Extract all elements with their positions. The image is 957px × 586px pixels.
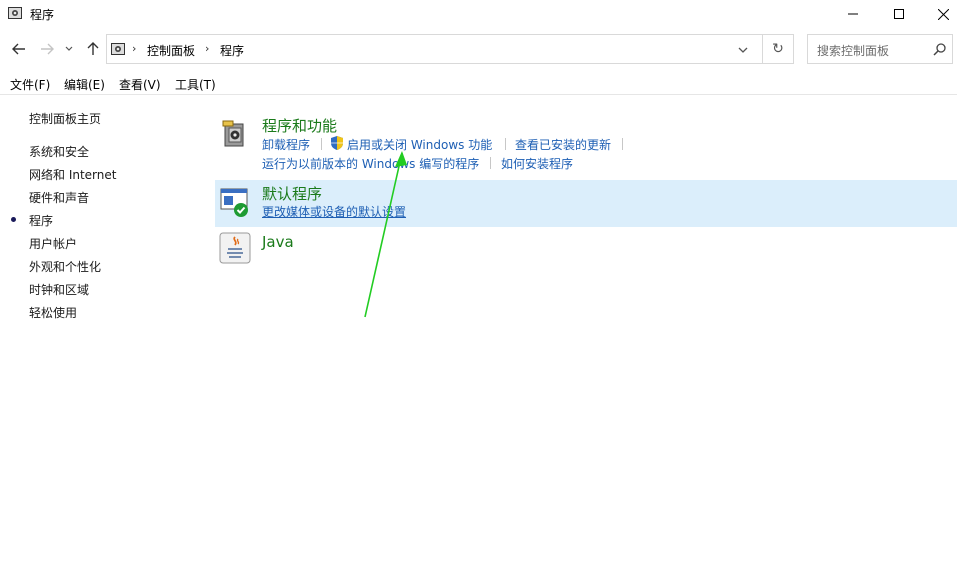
breadcrumb-programs[interactable]: 程序 xyxy=(220,42,244,59)
sidebar-item-network[interactable]: 网络和 Internet xyxy=(29,166,116,183)
up-arrow-icon xyxy=(87,42,99,55)
sidebar-item-programs[interactable]: 程序 xyxy=(29,212,53,229)
breadcrumb-separator-icon: › xyxy=(132,42,137,55)
category-title-programs-features[interactable]: 程序和功能 xyxy=(262,115,337,136)
control-panel-icon xyxy=(111,43,125,55)
link-uninstall-program[interactable]: 卸载程序 xyxy=(262,136,310,153)
category-title-java[interactable]: Java xyxy=(262,233,294,251)
menu-bar: 文件(F) 编辑(E) 查看(V) 工具(T) xyxy=(0,72,957,95)
link-divider xyxy=(490,157,491,169)
link-view-installed-updates[interactable]: 查看已安装的更新 xyxy=(515,136,611,153)
sidebar-item-appearance[interactable]: 外观和个性化 xyxy=(29,258,101,275)
sidebar-item-clock-region[interactable]: 时钟和区域 xyxy=(29,281,89,298)
address-divider xyxy=(762,35,763,63)
forward-button[interactable] xyxy=(38,40,56,58)
up-button[interactable] xyxy=(84,40,102,58)
breadcrumb-control-panel[interactable]: 控制面板 xyxy=(147,42,195,59)
title-bar: 程序 xyxy=(0,0,957,28)
sidebar-item-user-accounts[interactable]: 用户帐户 xyxy=(29,235,77,252)
close-button[interactable] xyxy=(920,0,957,28)
close-icon xyxy=(937,8,949,20)
refresh-icon[interactable]: ↻ xyxy=(769,40,787,58)
minimize-button[interactable] xyxy=(830,0,876,28)
sidebar-home-link[interactable]: 控制面板主页 xyxy=(29,110,101,127)
recent-locations-button[interactable] xyxy=(63,40,75,58)
category-programs-features: 程序和功能 卸载程序 启用或关闭 Windows 功能 查看已安装的更新 运行为… xyxy=(215,112,957,174)
sidebar-item-system-security[interactable]: 系统和安全 xyxy=(29,143,89,160)
maximize-button[interactable] xyxy=(876,0,922,28)
control-panel-icon xyxy=(8,7,22,19)
sidebar-item-hardware-sound[interactable]: 硬件和声音 xyxy=(29,189,89,206)
annotation-arrow-icon xyxy=(364,151,407,318)
menu-file[interactable]: 文件(F) xyxy=(10,76,50,93)
search-placeholder: 搜索控制面板 xyxy=(817,44,890,58)
breadcrumb-separator-icon: › xyxy=(205,42,210,55)
address-bar[interactable]: › 控制面板 › 程序 ↻ xyxy=(106,34,794,64)
forward-arrow-icon xyxy=(41,43,54,55)
window-title: 程序 xyxy=(30,8,55,22)
chevron-down-icon xyxy=(65,46,73,51)
search-icon[interactable] xyxy=(933,42,947,56)
link-divider xyxy=(321,138,322,150)
back-arrow-icon xyxy=(12,43,25,55)
maximize-icon xyxy=(894,9,904,19)
programs-features-icon xyxy=(222,120,244,147)
category-default-programs[interactable]: 默认程序 更改媒体或设备的默认设置 xyxy=(215,180,957,227)
uac-shield-icon xyxy=(331,136,343,150)
java-icon xyxy=(219,232,251,264)
sidebar-item-ease-of-access[interactable]: 轻松使用 xyxy=(29,304,77,321)
link-divider xyxy=(505,138,506,150)
link-how-to-install[interactable]: 如何安装程序 xyxy=(501,155,573,172)
link-divider xyxy=(622,138,623,150)
default-programs-icon xyxy=(220,188,248,217)
menu-tools[interactable]: 工具(T) xyxy=(175,76,216,93)
active-bullet-icon xyxy=(11,217,16,222)
address-dropdown-icon[interactable] xyxy=(735,42,751,58)
category-java: Java xyxy=(215,230,957,268)
search-box[interactable]: 搜索控制面板 xyxy=(807,34,953,64)
minimize-icon xyxy=(848,13,858,15)
menu-edit[interactable]: 编辑(E) xyxy=(64,76,105,93)
menu-view[interactable]: 查看(V) xyxy=(119,76,161,93)
category-title-default-programs[interactable]: 默认程序 xyxy=(262,183,322,204)
back-button[interactable] xyxy=(10,40,28,58)
